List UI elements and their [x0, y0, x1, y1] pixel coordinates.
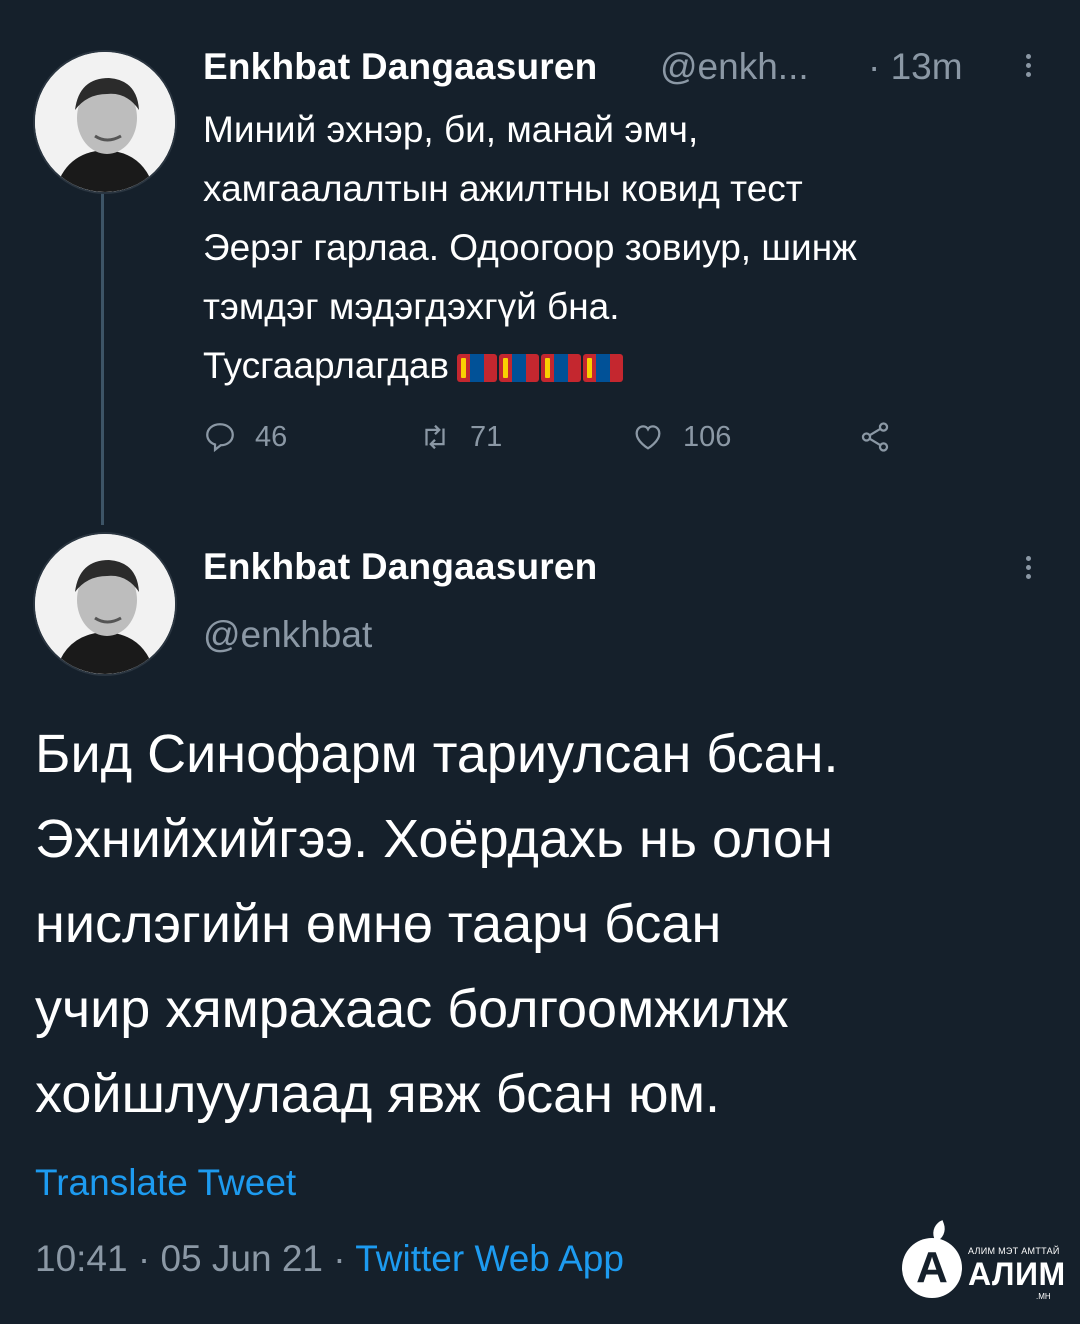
share-icon: [861, 422, 889, 452]
mongolia-flag-icon: [583, 354, 624, 383]
tweet-text-line: Миний эхнэр, би, манай эмч,: [203, 109, 699, 150]
more-options-icon[interactable]: [1026, 552, 1031, 583]
avatar[interactable]: [33, 532, 177, 676]
tweet-text-line: нислэгийн өмнө таарч бсан: [35, 894, 722, 954]
avatar-photo-icon: [35, 52, 175, 192]
like-icon: [635, 425, 661, 450]
tweet-meta: 10:41 · 05 Jun 21 · Twitter Web App: [35, 1238, 624, 1280]
thread-connector: [101, 190, 104, 525]
tweet-text-line-with-flags: Тусгаарлагдав: [203, 336, 1063, 395]
tweet-time[interactable]: · 13m: [868, 46, 963, 88]
retweet-count: 71: [470, 420, 503, 453]
reply-count: 46: [255, 420, 288, 453]
tweet-text-line: хойшлуулаад явж бсан юм.: [35, 1064, 720, 1124]
share-button[interactable]: [858, 420, 892, 454]
author-name[interactable]: Enkhbat Dangaasuren: [203, 46, 597, 88]
reply-icon: [206, 423, 234, 453]
tweet-text: Бид Синофарм тариулсан бсан. Эхнийхийгээ…: [35, 712, 1055, 1137]
retweet-button[interactable]: 71: [418, 420, 502, 454]
watermark-logo: А АЛИМ МЭТ АМТТАЙ АЛИМ .МН: [896, 1214, 1066, 1304]
tweet-text-line: Бид Синофарм тариулсан бсан.: [35, 724, 839, 784]
watermark-badge: А: [902, 1238, 962, 1298]
watermark-brand: АЛИМ: [968, 1256, 1066, 1292]
tweet-text-line: учир хямрахаас болгоомжилж: [35, 979, 789, 1039]
tweet-text-line: Эхнийхийгээ. Хоёрдахь нь олон: [35, 809, 833, 869]
like-button[interactable]: 106: [631, 420, 731, 454]
tweet-text-line: Тусгаарлагдав: [203, 345, 450, 386]
mongolia-flag-icon: [499, 354, 540, 383]
mongolia-flag-emoji: [457, 354, 624, 383]
author-handle[interactable]: @enkhbat: [203, 614, 372, 656]
tweet-text: Миний эхнэр, би, манай эмч, хамгаалалтын…: [203, 100, 1063, 395]
avatar-photo-icon: [35, 534, 175, 674]
mongolia-flag-icon: [541, 354, 582, 383]
tweet-source-link[interactable]: Twitter Web App: [355, 1238, 624, 1279]
mongolia-flag-icon: [457, 354, 498, 383]
translate-tweet-link[interactable]: Translate Tweet: [35, 1162, 296, 1204]
avatar[interactable]: [33, 50, 177, 194]
author-handle[interactable]: @enkh...: [660, 46, 809, 88]
watermark-domain: .МН: [1036, 1292, 1051, 1301]
author-name[interactable]: Enkhbat Dangaasuren: [203, 546, 597, 588]
retweet-icon: [425, 424, 445, 450]
tweet-actions: 46 71 106: [203, 420, 923, 470]
reply-button[interactable]: 46: [203, 420, 287, 454]
tweet-timestamp[interactable]: 10:41 · 05 Jun 21 ·: [35, 1238, 355, 1279]
tweet-text-line: Эерэг гарлаа. Одоогоор зовиур, шинж: [203, 227, 857, 268]
more-options-icon[interactable]: [1026, 50, 1031, 81]
watermark-tagline: АЛИМ МЭТ АМТТАЙ: [968, 1246, 1060, 1256]
tweet-text-line: хамгаалалтын ажилтны ковид тест: [203, 168, 803, 209]
tweet-text-line: тэмдэг мэдэгдэхгүй бна.: [203, 286, 620, 327]
like-count: 106: [683, 420, 732, 453]
